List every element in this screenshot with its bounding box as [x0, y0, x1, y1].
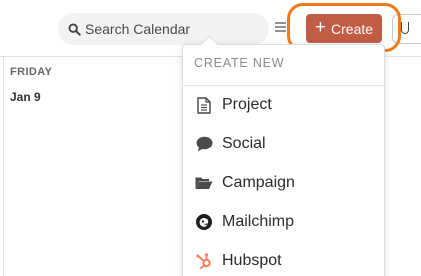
- toolbar-toggle-button[interactable]: [392, 14, 421, 44]
- calendar-page: + Create FRIDAY Jan 9 CREATE NEW Project: [0, 0, 421, 276]
- plus-icon: +: [314, 17, 327, 38]
- search-icon: [68, 23, 81, 36]
- speech-bubble-icon: [194, 134, 214, 154]
- menu-item-label: Hubspot: [222, 252, 282, 269]
- menu-divider: [183, 85, 384, 86]
- menu-item-project[interactable]: Project: [183, 87, 384, 123]
- day-date[interactable]: Jan 9: [10, 90, 41, 104]
- create-button[interactable]: + Create: [306, 14, 382, 43]
- toolbar-toggle-icon: [401, 22, 409, 34]
- create-new-menu: CREATE NEW Project Social Campaign Mailc…: [182, 44, 385, 276]
- mailchimp-icon: [194, 212, 214, 232]
- hubspot-icon: [194, 251, 214, 271]
- day-column-divider: [3, 57, 4, 276]
- menu-item-label: Campaign: [222, 174, 295, 191]
- create-button-label: Create: [331, 20, 374, 37]
- folder-icon: [194, 173, 214, 193]
- menu-item-hubspot[interactable]: Hubspot: [183, 243, 384, 276]
- list-filter-icon[interactable]: [275, 22, 286, 36]
- menu-item-label: Social: [222, 135, 266, 152]
- menu-item-label: Mailchimp: [222, 213, 295, 230]
- search-input[interactable]: [85, 21, 265, 37]
- search-box[interactable]: [58, 13, 269, 45]
- menu-header: CREATE NEW: [194, 56, 285, 70]
- menu-item-campaign[interactable]: Campaign: [183, 165, 384, 201]
- document-icon: [194, 95, 214, 115]
- menu-item-label: Project: [222, 96, 272, 113]
- menu-item-mailchimp[interactable]: Mailchimp: [183, 204, 384, 240]
- day-name: FRIDAY: [10, 66, 53, 78]
- menu-item-social[interactable]: Social: [183, 126, 384, 162]
